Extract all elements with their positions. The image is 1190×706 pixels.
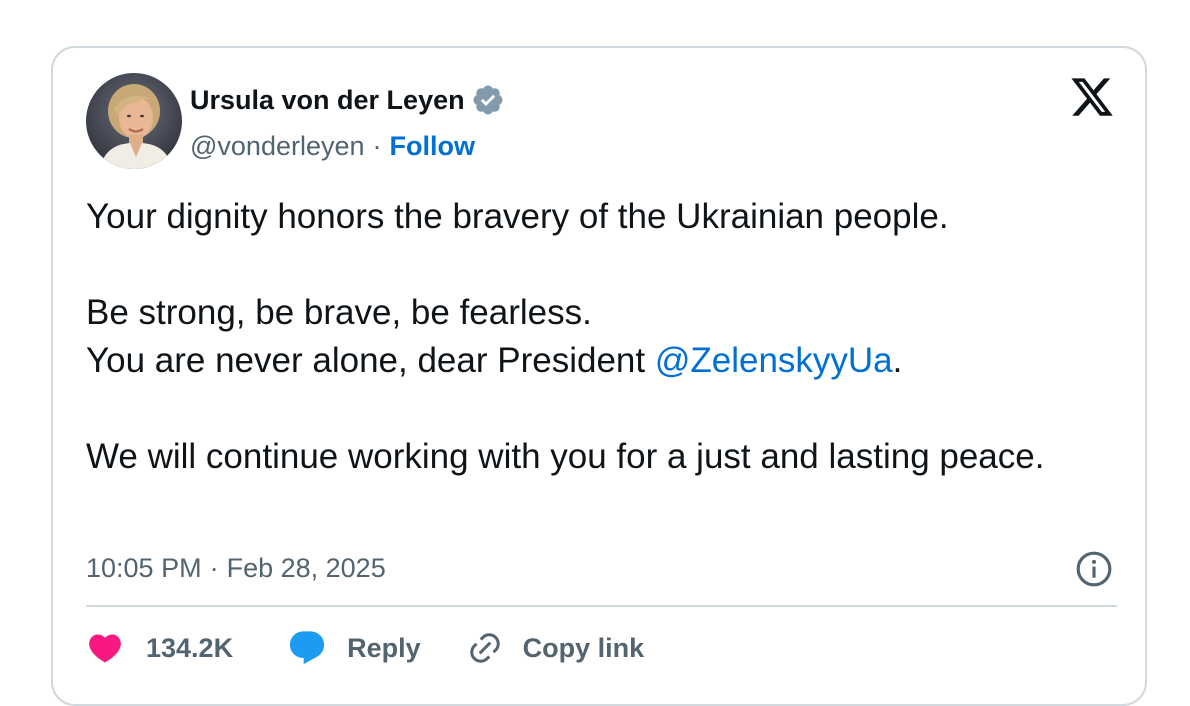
- tweet-actions: 134.2K Reply Copy link: [86, 626, 644, 670]
- copy-link-label: Copy link: [522, 632, 645, 663]
- author-display-name[interactable]: Ursula von der Leyen: [190, 85, 465, 116]
- like-button[interactable]: 134.2K: [86, 629, 233, 667]
- author-name-row: Ursula von der Leyen: [190, 82, 505, 118]
- reply-label: Reply: [347, 632, 421, 663]
- like-count: 134.2K: [146, 632, 234, 663]
- author-avatar[interactable]: [86, 73, 182, 169]
- info-icon[interactable]: [1075, 550, 1113, 588]
- mention-link[interactable]: @ZelenskyyUa: [655, 341, 893, 380]
- link-icon: [467, 630, 503, 666]
- tweet-line: Be strong, be brave, be fearless.: [86, 293, 592, 332]
- author-handle[interactable]: @vonderleyen: [190, 131, 365, 162]
- embedded-tweet-card: Ursula von der Leyen @vonderleyen · Foll…: [51, 46, 1147, 706]
- author-handle-row: @vonderleyen · Follow: [190, 128, 475, 164]
- follow-link[interactable]: Follow: [390, 131, 475, 162]
- tweet-text: Your dignity honors the bravery of the U…: [86, 193, 1106, 481]
- divider: [86, 605, 1117, 607]
- tweet-line: Your dignity honors the bravery of the U…: [86, 197, 949, 236]
- timestamp-separator: ·: [209, 552, 219, 583]
- heart-icon: [86, 629, 124, 667]
- tweet-line: We will continue working with you for a …: [86, 437, 1045, 476]
- tweet-line-punct: .: [892, 341, 903, 380]
- tweet-date[interactable]: Feb 28, 2025: [227, 553, 386, 584]
- x-logo-icon[interactable]: [1069, 74, 1115, 120]
- speech-bubble-icon: [287, 628, 327, 668]
- tweet-time[interactable]: 10:05 PM: [86, 553, 202, 584]
- tweet-timestamp[interactable]: 10:05 PM · Feb 28, 2025: [86, 548, 386, 588]
- copy-link-button[interactable]: Copy link: [467, 630, 645, 666]
- reply-button[interactable]: Reply: [287, 628, 421, 668]
- tweet-line: You are never alone, dear President @Zel…: [86, 337, 1106, 385]
- verified-badge-icon: [471, 83, 505, 117]
- tweet-line-text: You are never alone, dear President: [86, 341, 655, 380]
- handle-separator: ·: [372, 130, 382, 161]
